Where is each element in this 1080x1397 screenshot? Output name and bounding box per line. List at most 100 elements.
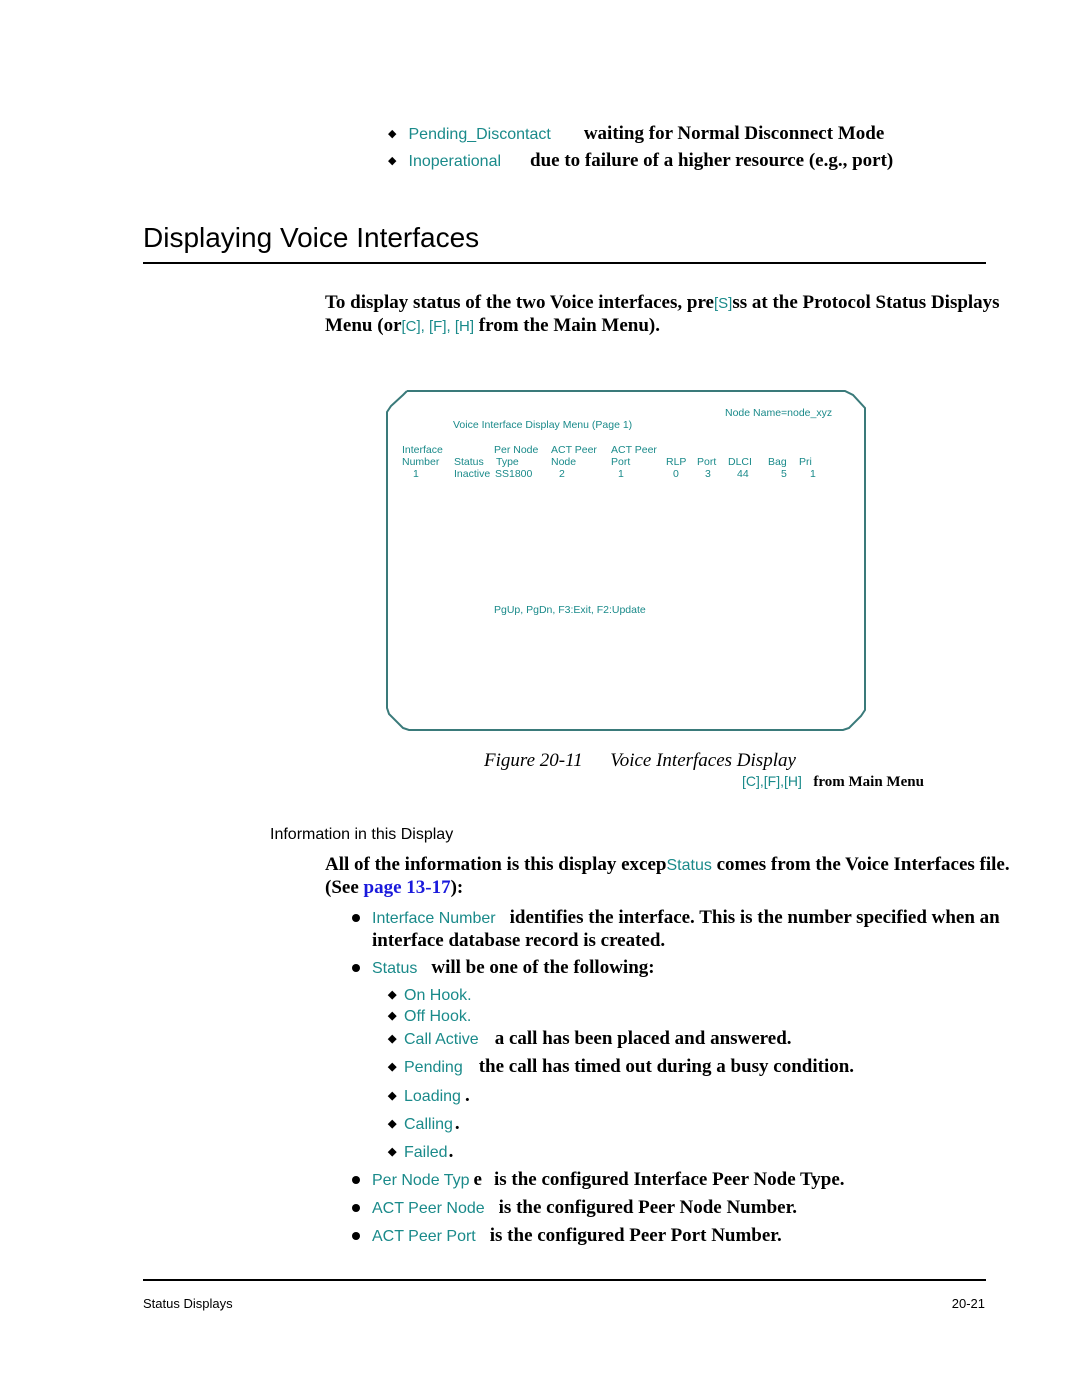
bullet-item: ACT Peer Node is the configured Peer Node… [352,1197,1012,1220]
cell-bag: 5 [781,468,787,480]
bullet-body: Interface Number identifies the interface… [372,907,1012,952]
figure-path-keys: [C],[F],[H] [742,773,802,789]
col-header: RLP [666,456,687,468]
col-header: Per Node [494,444,539,456]
section-rule [143,262,986,264]
info-heading: Information in this Display [270,826,454,843]
col-header: Number [402,456,440,468]
status-value-item: ◆ Off Hook. [388,1005,487,1027]
state-desc: waiting for Normal Disconnect Mode [583,123,885,144]
bullet-desc: will be one of the following: [431,957,655,978]
intro-text-1: To display status of the two Voice inter… [325,292,714,313]
bullet-desc: is the configured Peer Node Number. [498,1197,798,1218]
status-desc: a call has been placed and answered. [494,1028,792,1049]
help-line: PgUp, PgDn, F3:Exit, F2:Update [494,604,646,616]
bullet-body: ACT Peer Node is the configured Peer Node… [372,1197,1012,1220]
keys-main-menu: [C], [F], [H] [401,318,475,335]
terminal-screen: Node Name=node_xyz Voice Interface Displ… [385,390,867,732]
key-s: [S] [713,295,733,312]
cell-status: Inactive [454,468,491,480]
status-desc: . [464,1085,470,1106]
state-desc: due to failure of a higher resource (e.g… [530,150,894,171]
col-header: Node [551,456,577,468]
bullet-term: Interface Number [372,910,496,927]
status-value-item: ◆ On Hook. [388,984,488,1006]
col-header: Port [697,456,717,468]
col-header: ACT Peer [611,444,657,456]
diamond-bullet-icon: ◆ [388,155,397,167]
status-value-item: ◆ Calling. [388,1113,460,1135]
status-desc: . [448,1141,454,1162]
col-header: ACT Peer [551,444,597,456]
cell-port: 3 [705,468,711,480]
bullet-dot-icon [352,914,360,922]
bullet-body: Status will be one of the following: [372,957,1012,980]
terminal-frame [386,390,866,731]
bullet-item: Per Node Typ e is the configured Interface… [352,1169,1012,1192]
cell-peer-port: 1 [618,468,624,480]
diamond-bullet-icon: ◆ [388,1010,397,1022]
cell-pri: 1 [810,468,816,480]
bullet-dot-icon [352,964,360,972]
para-text-3: ): [450,877,464,898]
info-paragraph: All of the information is this display e… [325,854,1015,899]
cell-rlp: 0 [673,468,679,480]
col-header: Bag [768,456,787,468]
page-link[interactable]: page 13-17 [364,877,451,898]
bullet-body: ACT Peer Port is the configured Peer Port… [372,1225,1012,1248]
status-term: Loading [404,1088,461,1105]
cell-peer-node: 2 [559,468,565,480]
diamond-bullet-icon: ◆ [388,128,397,140]
bullet-item: Status will be one of the following: [352,957,1012,980]
status-term: On Hook. [404,987,472,1004]
status-term: Call Active [404,1031,479,1048]
col-header: Port [611,456,631,468]
bullet-body: Per Node Typ e is the configured Interface… [372,1169,1012,1192]
col-header: Interface [402,444,443,456]
diamond-bullet-icon: ◆ [388,1090,397,1102]
diamond-bullet-icon: ◆ [388,1146,397,1158]
para-text-1: All of the information is this display e… [325,854,667,875]
intro-paragraph: To display status of the two Voice inter… [325,292,1015,338]
col-header: Pri [799,456,812,468]
figure-caption: Figure 20-11 Voice Interfaces Display [484,750,796,772]
col-header: DLCI [728,456,752,468]
footer-section: Status Displays [143,1296,233,1311]
status-term: Failed [404,1144,448,1161]
status-term: Pending [404,1059,463,1076]
state-term: Pending_Discontact [408,126,551,143]
status-term: Off Hook. [404,1008,472,1025]
status-value-item: ◆ Loading. [388,1085,470,1107]
diamond-bullet-icon: ◆ [388,1118,397,1130]
bullet-term: ACT Peer Port [372,1228,476,1245]
figure-title: Voice Interfaces Display [610,750,796,771]
bullet-term: Per Node Typ [372,1172,470,1189]
status-term: Calling [404,1116,453,1133]
state-item: ◆ Pending_Discontact waiting for Normal … [388,123,884,145]
cell-type: SS1800 [495,468,533,480]
bullet-dot-icon [352,1176,360,1184]
node-name: Node Name=node_xyz [725,407,833,419]
cell-dlci: 44 [737,468,749,480]
intro-text-3: from the Main Menu). [474,315,660,336]
bullet-dot-icon [352,1232,360,1240]
status-desc: the call has timed out during a busy con… [478,1056,855,1077]
diamond-bullet-icon: ◆ [388,1033,397,1045]
figure-number: Figure 20-11 [484,750,583,771]
figure-path-text: from Main Menu [813,774,924,790]
bullet-desc: is the configured Peer Port Number. [489,1225,782,1246]
state-term: Inoperational [408,153,502,170]
status-value-item: ◆ Call Active a call has been placed and a… [388,1028,792,1050]
bullet-term: Status [372,960,418,977]
bullet-item: ACT Peer Port is the configured Peer Port… [352,1225,1012,1248]
bullet-desc: is the configured Interface Peer Node Ty… [493,1169,845,1190]
cell-interface-number: 1 [413,468,419,480]
footer-rule [143,1279,986,1281]
figure-path: [C],[F],[H] from Main Menu [742,773,924,791]
menu-title: Voice Interface Display Menu (Page 1) [453,419,633,431]
para-term: Status [666,857,712,874]
status-value-item: ◆ Failed. [388,1141,453,1163]
section-title: Displaying Voice Interfaces [143,222,480,253]
bullet-term: ACT Peer Node [372,1200,485,1217]
state-item: ◆ Inoperational due to failure of a high… [388,150,893,172]
